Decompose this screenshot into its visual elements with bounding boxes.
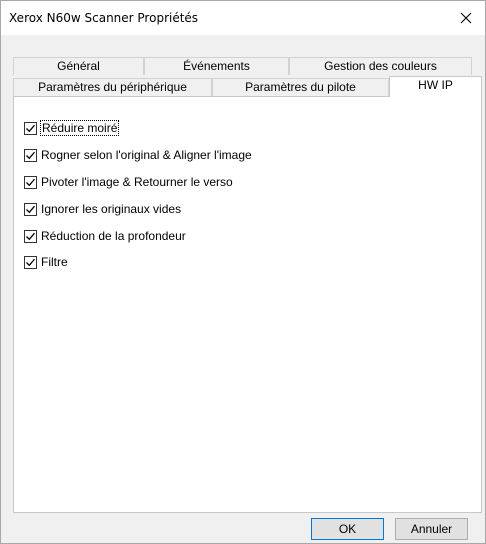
tab-parametres-du-pilote[interactable]: Paramètres du pilote xyxy=(212,78,389,96)
checkbox[interactable] xyxy=(24,121,37,135)
checkmark-icon xyxy=(26,258,35,266)
checkmark-icon xyxy=(26,205,35,213)
checkbox[interactable] xyxy=(24,175,37,189)
close-icon xyxy=(460,12,472,24)
option-label: Rogner selon l'original & Aligner l'imag… xyxy=(41,148,252,162)
tab-evenements[interactable]: Événements xyxy=(144,57,289,75)
tab-hw-ip[interactable]: HW IP xyxy=(389,76,482,97)
option-reduire-moire[interactable]: Réduire moiré xyxy=(24,119,120,137)
option-filtre[interactable]: Filtre xyxy=(24,253,68,271)
close-button[interactable] xyxy=(453,5,479,31)
tab-gestion-des-couleurs[interactable]: Gestion des couleurs xyxy=(289,57,472,75)
option-reduction-profondeur[interactable]: Réduction de la profondeur xyxy=(24,227,186,245)
option-label: Réduire moiré xyxy=(39,120,120,136)
checkmark-icon xyxy=(26,151,35,159)
cancel-button[interactable]: Annuler xyxy=(395,518,468,540)
checkbox[interactable] xyxy=(24,148,37,162)
option-rogner-aligner[interactable]: Rogner selon l'original & Aligner l'imag… xyxy=(24,146,252,164)
checkbox[interactable] xyxy=(24,229,37,243)
checkmark-icon xyxy=(26,232,35,240)
option-pivoter-retourner[interactable]: Pivoter l'image & Retourner le verso xyxy=(24,173,233,191)
checkbox[interactable] xyxy=(24,202,37,216)
option-label: Pivoter l'image & Retourner le verso xyxy=(41,175,233,189)
window-title: Xerox N60w Scanner Propriétés xyxy=(9,11,199,25)
option-label: Filtre xyxy=(41,255,68,269)
properties-dialog: Xerox N60w Scanner Propriétés Général Év… xyxy=(0,0,486,544)
title-bar: Xerox N60w Scanner Propriétés xyxy=(1,1,485,35)
option-ignorer-originaux-vides[interactable]: Ignorer les originaux vides xyxy=(24,200,181,218)
tab-parametres-du-peripherique[interactable]: Paramètres du périphérique xyxy=(13,78,212,96)
checkbox[interactable] xyxy=(24,255,37,269)
checkmark-icon xyxy=(26,178,35,186)
tab-general[interactable]: Général xyxy=(13,57,144,75)
checkmark-icon xyxy=(26,124,35,132)
ok-button[interactable]: OK xyxy=(311,518,384,540)
option-label: Réduction de la profondeur xyxy=(41,229,186,243)
option-label: Ignorer les originaux vides xyxy=(41,202,182,216)
